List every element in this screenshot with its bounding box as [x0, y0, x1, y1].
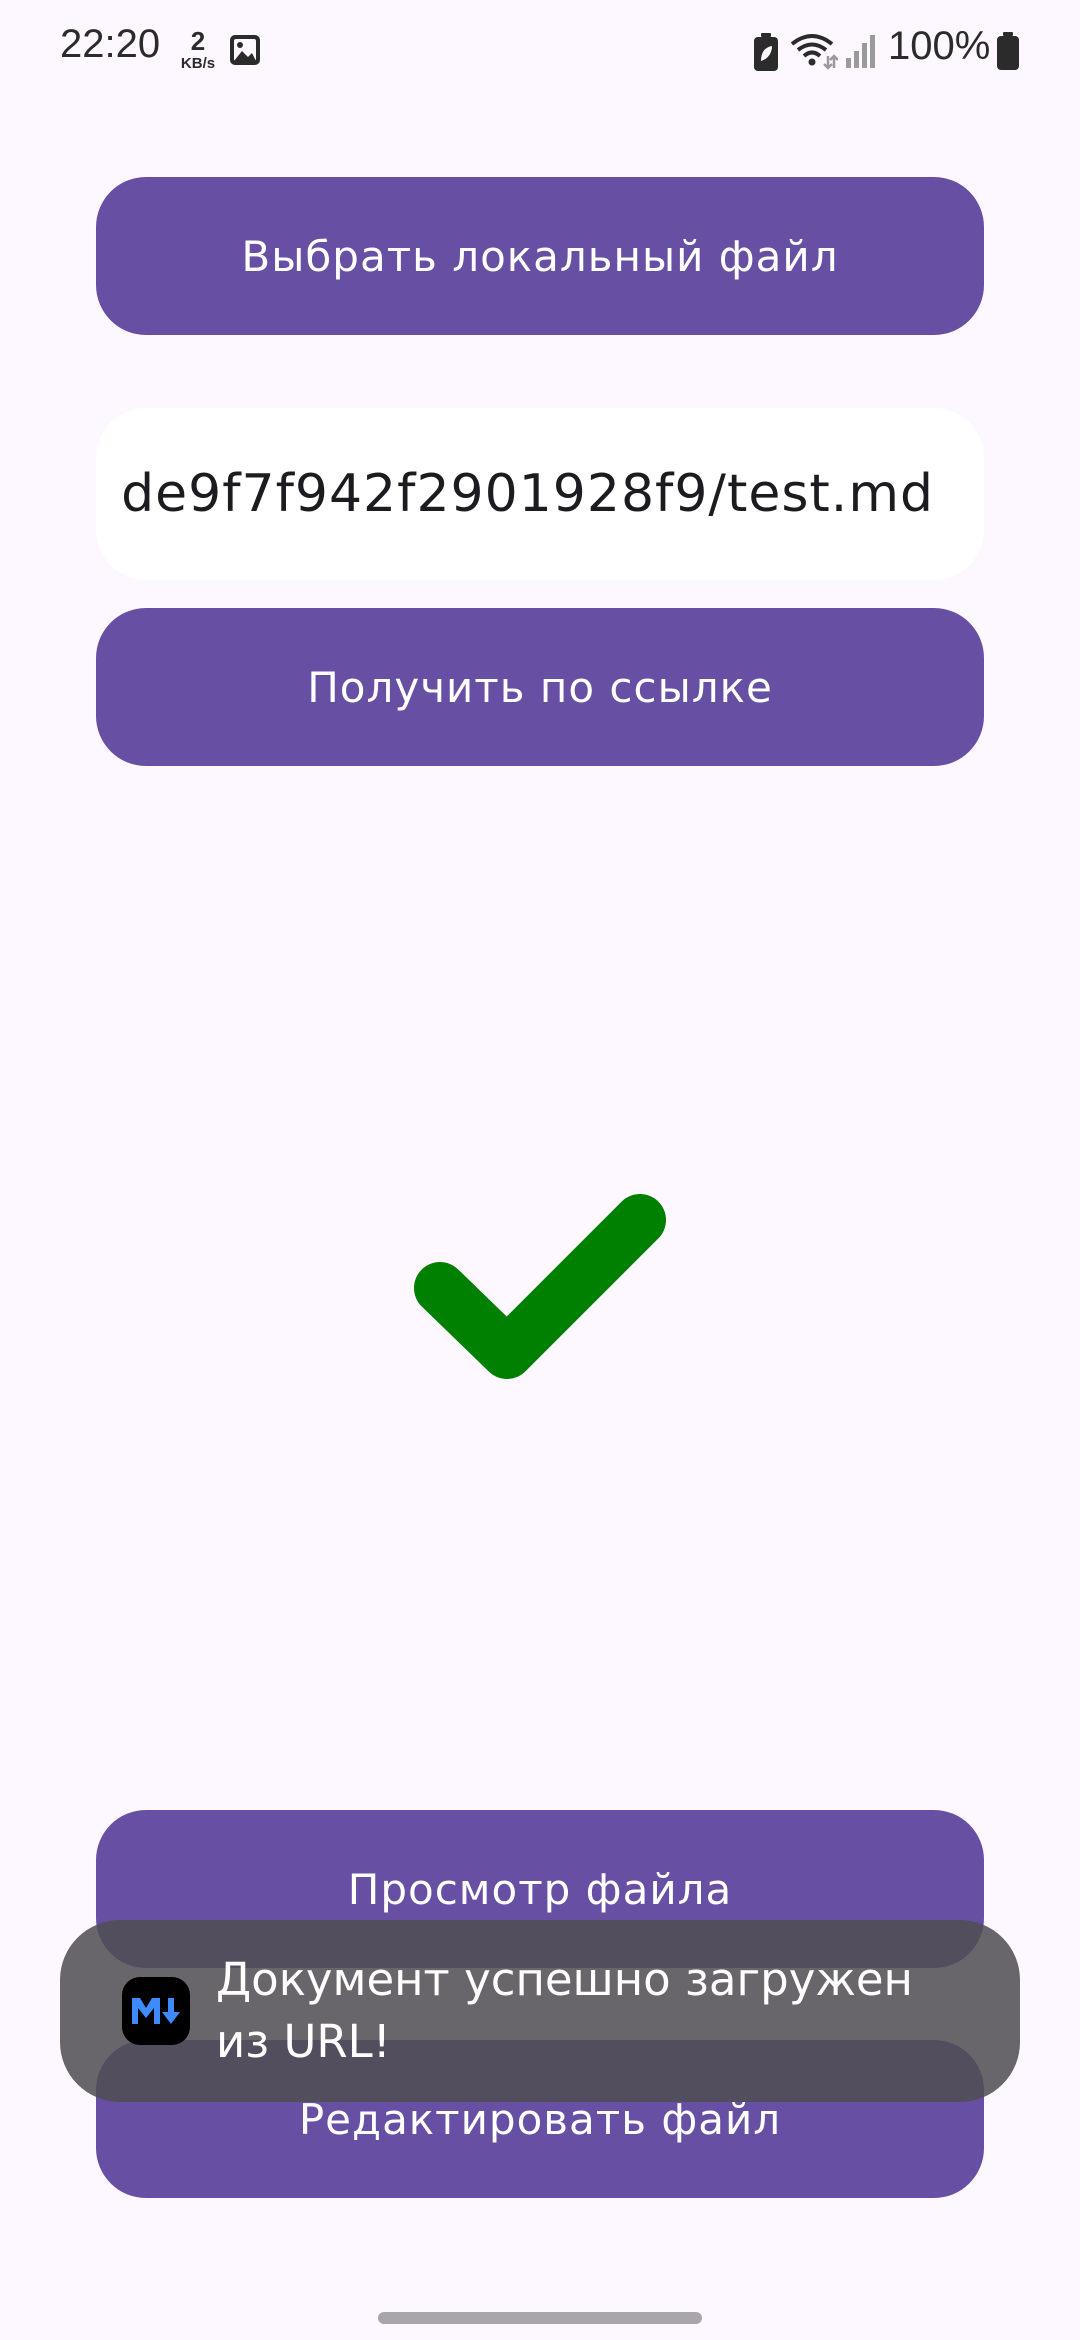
- network-speed-unit: KB/s: [180, 55, 216, 72]
- battery-icon: [997, 32, 1019, 70]
- toast-message: Документ успешно загружен из URL!: [216, 1953, 913, 2068]
- battery-saver-icon: [754, 33, 778, 71]
- url-input[interactable]: de9f7f942f2901928f9/test.md: [96, 408, 984, 580]
- get-by-url-button[interactable]: Получить по ссылке: [96, 608, 984, 766]
- markdown-glyph: [132, 1998, 180, 2024]
- choose-local-file-button[interactable]: Выбрать локальный файл: [96, 177, 984, 335]
- signal-icon: [846, 35, 875, 68]
- wifi-icon: [790, 34, 838, 70]
- gallery-icon: [230, 35, 260, 65]
- app-screen: 22:20 2 KB/s 100% Выбрать локальный файл…: [0, 0, 1080, 2340]
- checkmark-icon: [414, 1194, 666, 1379]
- markdown-icon: [122, 1977, 190, 2045]
- url-input-value: de9f7f942f2901928f9/test.md: [121, 464, 934, 524]
- network-speed-value: 2: [190, 26, 206, 56]
- toast-notification: Документ успешно загружен из URL!: [60, 1920, 1020, 2102]
- status-time: 22:20: [60, 22, 161, 66]
- battery-percent: 100%: [888, 24, 991, 68]
- home-indicator[interactable]: [378, 2312, 702, 2324]
- network-speed-indicator: 2 KB/s: [176, 28, 220, 71]
- status-bar: 22:20 2 KB/s 100%: [0, 0, 1080, 100]
